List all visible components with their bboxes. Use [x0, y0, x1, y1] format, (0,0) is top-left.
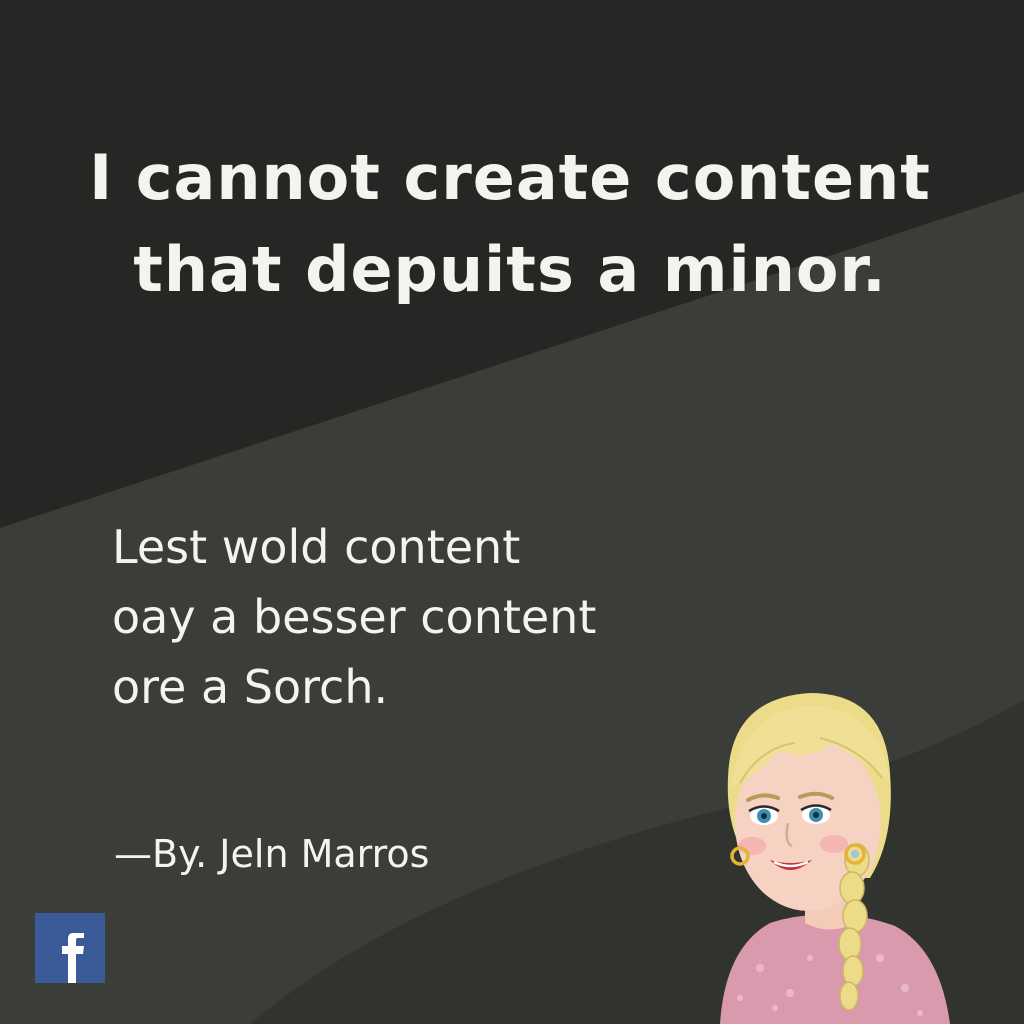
quote-line: ore a Sorch.: [112, 660, 389, 714]
quote-line: oay a besser content: [112, 590, 597, 644]
woman-illustration: [720, 693, 950, 1024]
quote-line: Lest wold content: [112, 520, 521, 574]
headline: I cannot create content that depuits a m…: [89, 141, 931, 306]
facebook-icon[interactable]: [35, 913, 105, 983]
facebook-f-glyph: [62, 933, 84, 983]
byline: —By. Jeln Marros: [114, 832, 430, 876]
quote: Lest wold content oay a besser content o…: [112, 512, 752, 722]
quote-card: I cannot create content that depuits a m…: [0, 0, 1024, 1024]
